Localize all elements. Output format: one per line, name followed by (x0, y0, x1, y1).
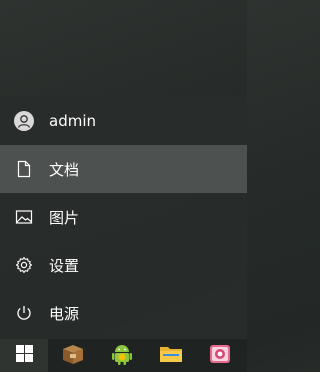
start-item-power[interactable]: 电源 (0, 289, 247, 337)
taskbar-app-photos[interactable] (195, 339, 244, 372)
power-icon (0, 289, 48, 337)
start-item-user-label: admin (49, 112, 96, 130)
start-item-documents-label: 文档 (49, 160, 80, 179)
windows-logo-icon (15, 345, 33, 366)
start-item-power-label: 电源 (49, 304, 80, 323)
gear-icon (0, 241, 48, 289)
start-item-pictures-label: 图片 (49, 208, 80, 227)
taskbar (0, 339, 247, 372)
taskbar-app-android[interactable] (97, 339, 146, 372)
start-item-pictures[interactable]: 图片 (0, 193, 247, 241)
document-icon (0, 145, 48, 193)
start-item-documents[interactable]: 文档 (0, 145, 247, 193)
pictures-icon (0, 193, 48, 241)
photo-viewer-icon (208, 343, 232, 369)
start-item-user[interactable]: admin (0, 97, 247, 145)
taskbar-app-folder[interactable] (146, 339, 195, 372)
user-avatar-icon (0, 97, 48, 145)
folder-icon (159, 344, 183, 368)
start-item-settings[interactable]: 设置 (0, 241, 247, 289)
start-item-settings-label: 设置 (49, 256, 80, 275)
start-menu: admin 文档 图片 设置 电源 (0, 97, 247, 339)
taskbar-app-box[interactable] (48, 339, 97, 372)
box-app-icon (61, 343, 85, 369)
start-button[interactable] (0, 339, 48, 372)
android-app-icon (111, 342, 133, 370)
